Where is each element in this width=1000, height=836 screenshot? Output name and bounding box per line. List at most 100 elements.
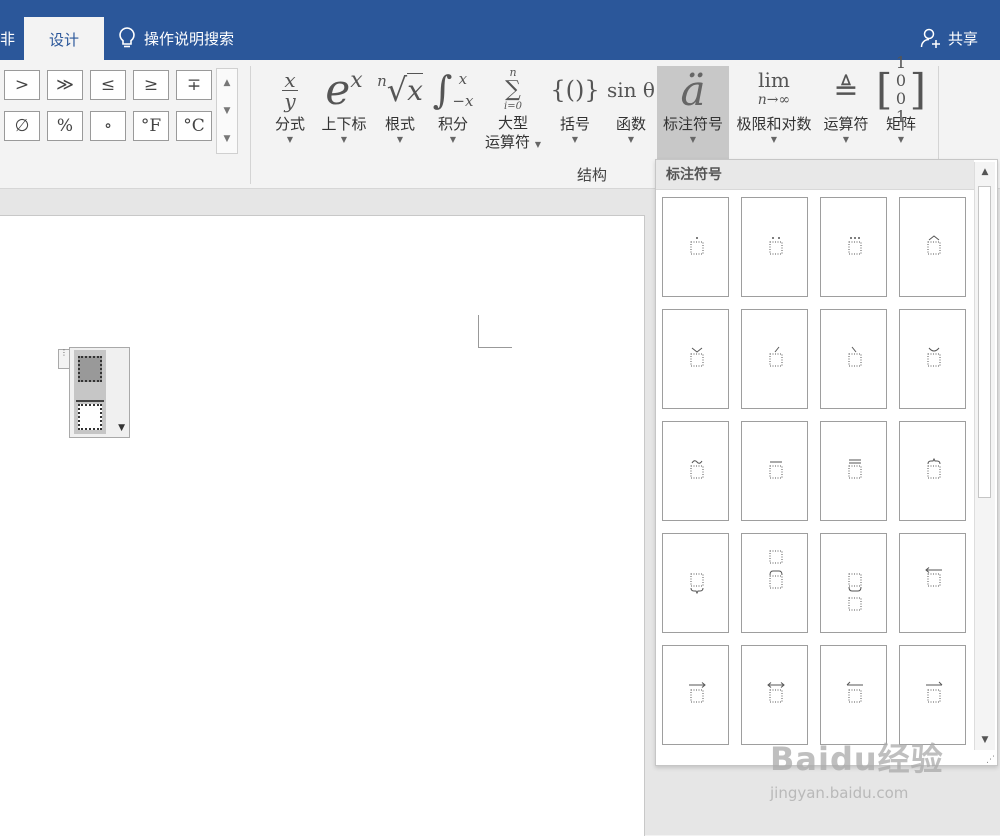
function-button[interactable]: sin θ 函数 ▼: [604, 66, 658, 146]
matrix-left-bracket: [: [876, 65, 893, 114]
symbol-minus-plus[interactable]: ∓: [176, 70, 212, 100]
accent-bar-icon: [769, 461, 783, 479]
accent-bar-option[interactable]: [741, 421, 808, 521]
accent-double-dot-option[interactable]: [741, 197, 808, 297]
symbol-fahrenheit[interactable]: °F: [133, 111, 169, 141]
chevron-down-icon: ▼: [842, 135, 850, 144]
scroll-up-icon[interactable]: ▲: [975, 162, 995, 182]
symbol-much-greater[interactable]: ≫: [47, 70, 83, 100]
gallery-more-icon[interactable]: ▼: [217, 125, 237, 153]
accent-check-option[interactable]: [662, 309, 729, 409]
bracket-button[interactable]: {()} 括号 ▼: [550, 66, 600, 146]
accent-double-arrow-above-option[interactable]: [741, 645, 808, 745]
fraction-den: y: [284, 88, 296, 113]
chevron-down-icon: ▼: [396, 135, 404, 144]
scroll-thumb[interactable]: [978, 186, 991, 498]
operator-icon: ≜: [833, 72, 859, 108]
matrix-icon: [ 1 0 0 1 ]: [876, 54, 926, 126]
accent-dot-option[interactable]: [662, 197, 729, 297]
script-button[interactable]: e x 上下标 ▼: [316, 66, 372, 146]
accent-tilde-option[interactable]: [662, 421, 729, 521]
structures-group-label: 结构: [577, 166, 608, 184]
symbol-gallery-scroll[interactable]: ▲ ▼ ▼: [216, 68, 238, 154]
accent-label: 标注符号: [662, 115, 723, 133]
integral-icon: ∫ x −x: [430, 66, 476, 114]
integral-button[interactable]: ∫ x −x 积分 ▼: [430, 66, 476, 146]
tab-cut-label[interactable]: ⾮: [0, 28, 15, 49]
denominator-placeholder[interactable]: [78, 404, 102, 430]
accent-hat-option[interactable]: [899, 197, 966, 297]
accent-overbrace-option[interactable]: [899, 421, 966, 521]
accent-group-char-below-option[interactable]: [820, 533, 887, 633]
accent-left-harpoon-above-option[interactable]: [820, 645, 887, 745]
radical-icon: n √ x: [376, 66, 424, 114]
accent-left-arrow-above-option[interactable]: [899, 533, 966, 633]
scroll-up-icon[interactable]: ▲: [217, 69, 237, 97]
accent-triple-dot-option[interactable]: [820, 197, 887, 297]
accent-tilde-icon: [690, 460, 704, 479]
limit-log-label: 极限和对数: [736, 115, 812, 133]
accent-breve-option[interactable]: [899, 309, 966, 409]
accent-button[interactable]: ä 标注符号 ▼: [657, 66, 729, 160]
symbol-degree[interactable]: ∘: [90, 111, 126, 141]
large-operator-label: 大型: [497, 114, 528, 132]
operator-label: 运算符: [823, 115, 869, 133]
chevron-down-icon: ▼: [449, 135, 457, 144]
symbol-less-equal[interactable]: ≤: [90, 70, 126, 100]
accent-group-char-above-option[interactable]: [741, 533, 808, 633]
symbol-empty-set[interactable]: ∅: [4, 111, 40, 141]
integral-sub: −x: [452, 92, 474, 110]
function-label: 函数: [615, 115, 646, 133]
accent-right-harpoon-above-option[interactable]: [899, 645, 966, 745]
accent-acute-option[interactable]: [741, 309, 808, 409]
accent-double-bar-option[interactable]: [820, 421, 887, 521]
accent-icon: ä: [680, 65, 706, 115]
equation-object[interactable]: ▼: [69, 347, 130, 438]
accent-right-arrow-above-option[interactable]: [662, 645, 729, 745]
symbol-greater[interactable]: >: [4, 70, 40, 100]
tab-design[interactable]: 设计: [24, 17, 104, 61]
accent-grave-option[interactable]: [820, 309, 887, 409]
margin-corner-mark: [478, 315, 512, 348]
fraction-button[interactable]: x y 分式 ▼: [268, 66, 312, 146]
equation-options-chevron-icon[interactable]: ▼: [118, 423, 125, 433]
fraction-num: x: [284, 67, 296, 92]
script-icon: e x: [316, 66, 372, 114]
integral-sup: x: [458, 70, 468, 88]
limit-log-button[interactable]: lim n→∞ 极限和对数 ▼: [731, 66, 817, 146]
radical-button[interactable]: n √ x 根式 ▼: [376, 66, 424, 146]
symbol-greater-equal[interactable]: ≥: [133, 70, 169, 100]
tell-me-search[interactable]: 操作说明搜索: [118, 27, 234, 49]
person-add-icon: [920, 28, 940, 48]
radical-x: x: [407, 73, 423, 107]
fraction-label: 分式: [274, 115, 305, 133]
accent-hat-icon: [927, 235, 941, 255]
document-page[interactable]: [0, 215, 645, 836]
share-button[interactable]: 共享: [920, 27, 978, 49]
chevron-down-icon: ▼: [770, 135, 778, 144]
radical-symbol: √: [386, 71, 408, 109]
accent-underbrace-option[interactable]: [662, 533, 729, 633]
symbol-celsius[interactable]: °C: [176, 111, 212, 141]
large-operator-button[interactable]: n ∑ i=0 大型 运算符 ▼: [480, 66, 546, 154]
accent-grave-icon: [848, 346, 862, 367]
resize-grip-icon[interactable]: ⋰: [986, 755, 995, 765]
symbol-gallery: > ≫ ≤ ≥ ∓ ∅ % ∘ °F °C: [4, 70, 212, 141]
accent-underbrace-icon: [690, 573, 704, 595]
scroll-down-icon[interactable]: ▼: [217, 97, 237, 125]
sum-symbol: ∑: [505, 77, 521, 102]
integral-label: 积分: [437, 115, 468, 133]
large-operator-label2-text: 运算符: [485, 133, 531, 151]
group-separator: [250, 66, 251, 184]
operator-button[interactable]: ≜ 运算符 ▼: [818, 66, 874, 146]
scroll-down-icon[interactable]: ▼: [975, 730, 995, 750]
group-separator: [938, 66, 939, 166]
title-bar: ⾮ 设计 操作说明搜索 共享: [0, 0, 1000, 61]
numerator-placeholder[interactable]: [78, 356, 102, 382]
tell-me-label: 操作说明搜索: [144, 29, 235, 48]
symbol-percent[interactable]: %: [47, 111, 83, 141]
limit-bottom: n→∞: [757, 92, 791, 108]
accent-group-char-below-icon: [848, 573, 862, 611]
gallery-scrollbar[interactable]: ▲ ▼: [974, 162, 995, 750]
matrix-button[interactable]: [ 1 0 0 1 ] 矩阵 ▼: [876, 54, 926, 146]
